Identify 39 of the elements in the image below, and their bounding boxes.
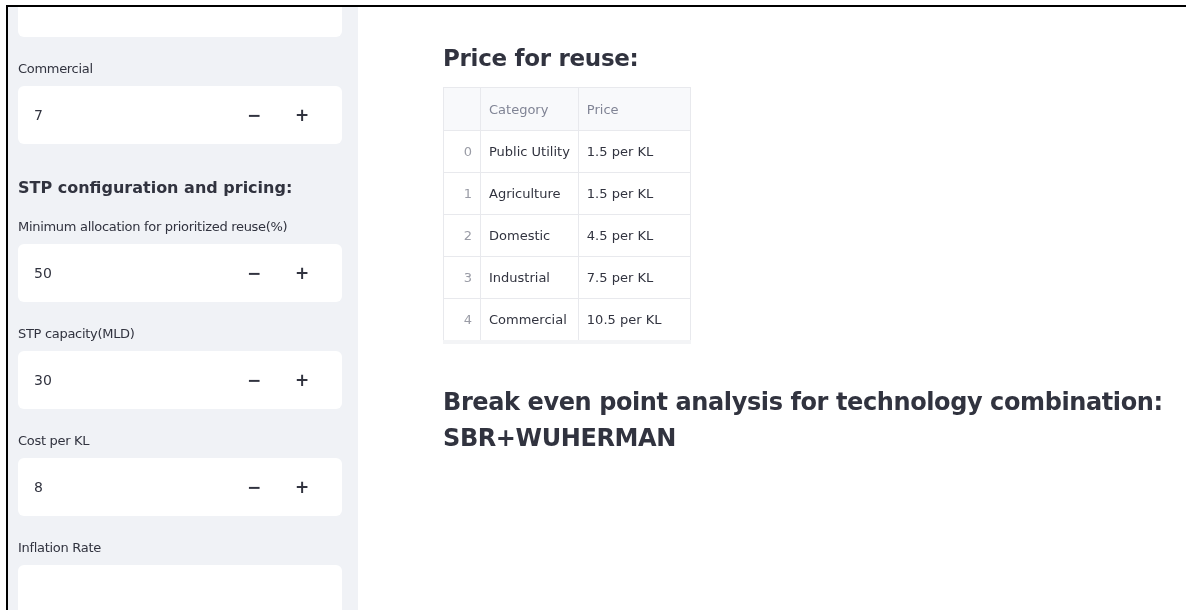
field-label: Commercial [18,61,94,76]
row-index: 4 [443,298,481,342]
table-cell: Public Utility [480,130,579,173]
section-heading: Price for reuse: [443,45,640,71]
table-cell: 7.5 per KL [578,256,691,299]
decrement-button[interactable]: − [230,360,278,400]
field-label: Inflation Rate [18,540,102,555]
field-label: Cost per KL [18,433,91,448]
field-value: 8 [34,479,43,495]
number-field[interactable]: 7 − + [18,86,342,144]
increment-button[interactable]: + [278,360,326,400]
number-field[interactable]: 8 − + [18,458,342,516]
section-heading: STP configuration and pricing: [18,178,294,197]
increment-button[interactable]: + [278,95,326,135]
number-field[interactable]: 50 − + [18,244,342,302]
decrement-button[interactable]: − [230,95,278,135]
row-index: 2 [443,214,481,257]
row-index: 3 [443,256,481,299]
table-cell: Industrial [480,256,579,299]
field-label: Minimum allocation for prioritized reuse(%) [18,219,289,234]
row-index: 1 [443,172,481,215]
increment-button[interactable]: + [278,253,326,293]
number-field[interactable]: 30 − + [18,351,342,409]
table-cell: 1.5 per KL [578,130,691,173]
field-value: 7 [34,107,43,123]
column-header: Category [480,87,579,131]
table-cell: Domestic [480,214,579,257]
row-index: 0 [443,130,481,173]
table-cell: 4.5 per KL [578,214,691,257]
decrement-button[interactable]: − [230,467,278,507]
table-cell: Agriculture [480,172,579,215]
decrement-button[interactable]: − [230,253,278,293]
field-label: STP capacity(MLD) [18,326,136,341]
increment-button[interactable]: + [278,467,326,507]
field-value: 50 [34,265,52,281]
column-header: Price [578,87,691,131]
section-heading: Break even point analysis for technology combination: SBR+WUHERMAN [443,387,1164,454]
field-value: 30 [34,372,52,388]
table-cell: 1.5 per KL [578,172,691,215]
